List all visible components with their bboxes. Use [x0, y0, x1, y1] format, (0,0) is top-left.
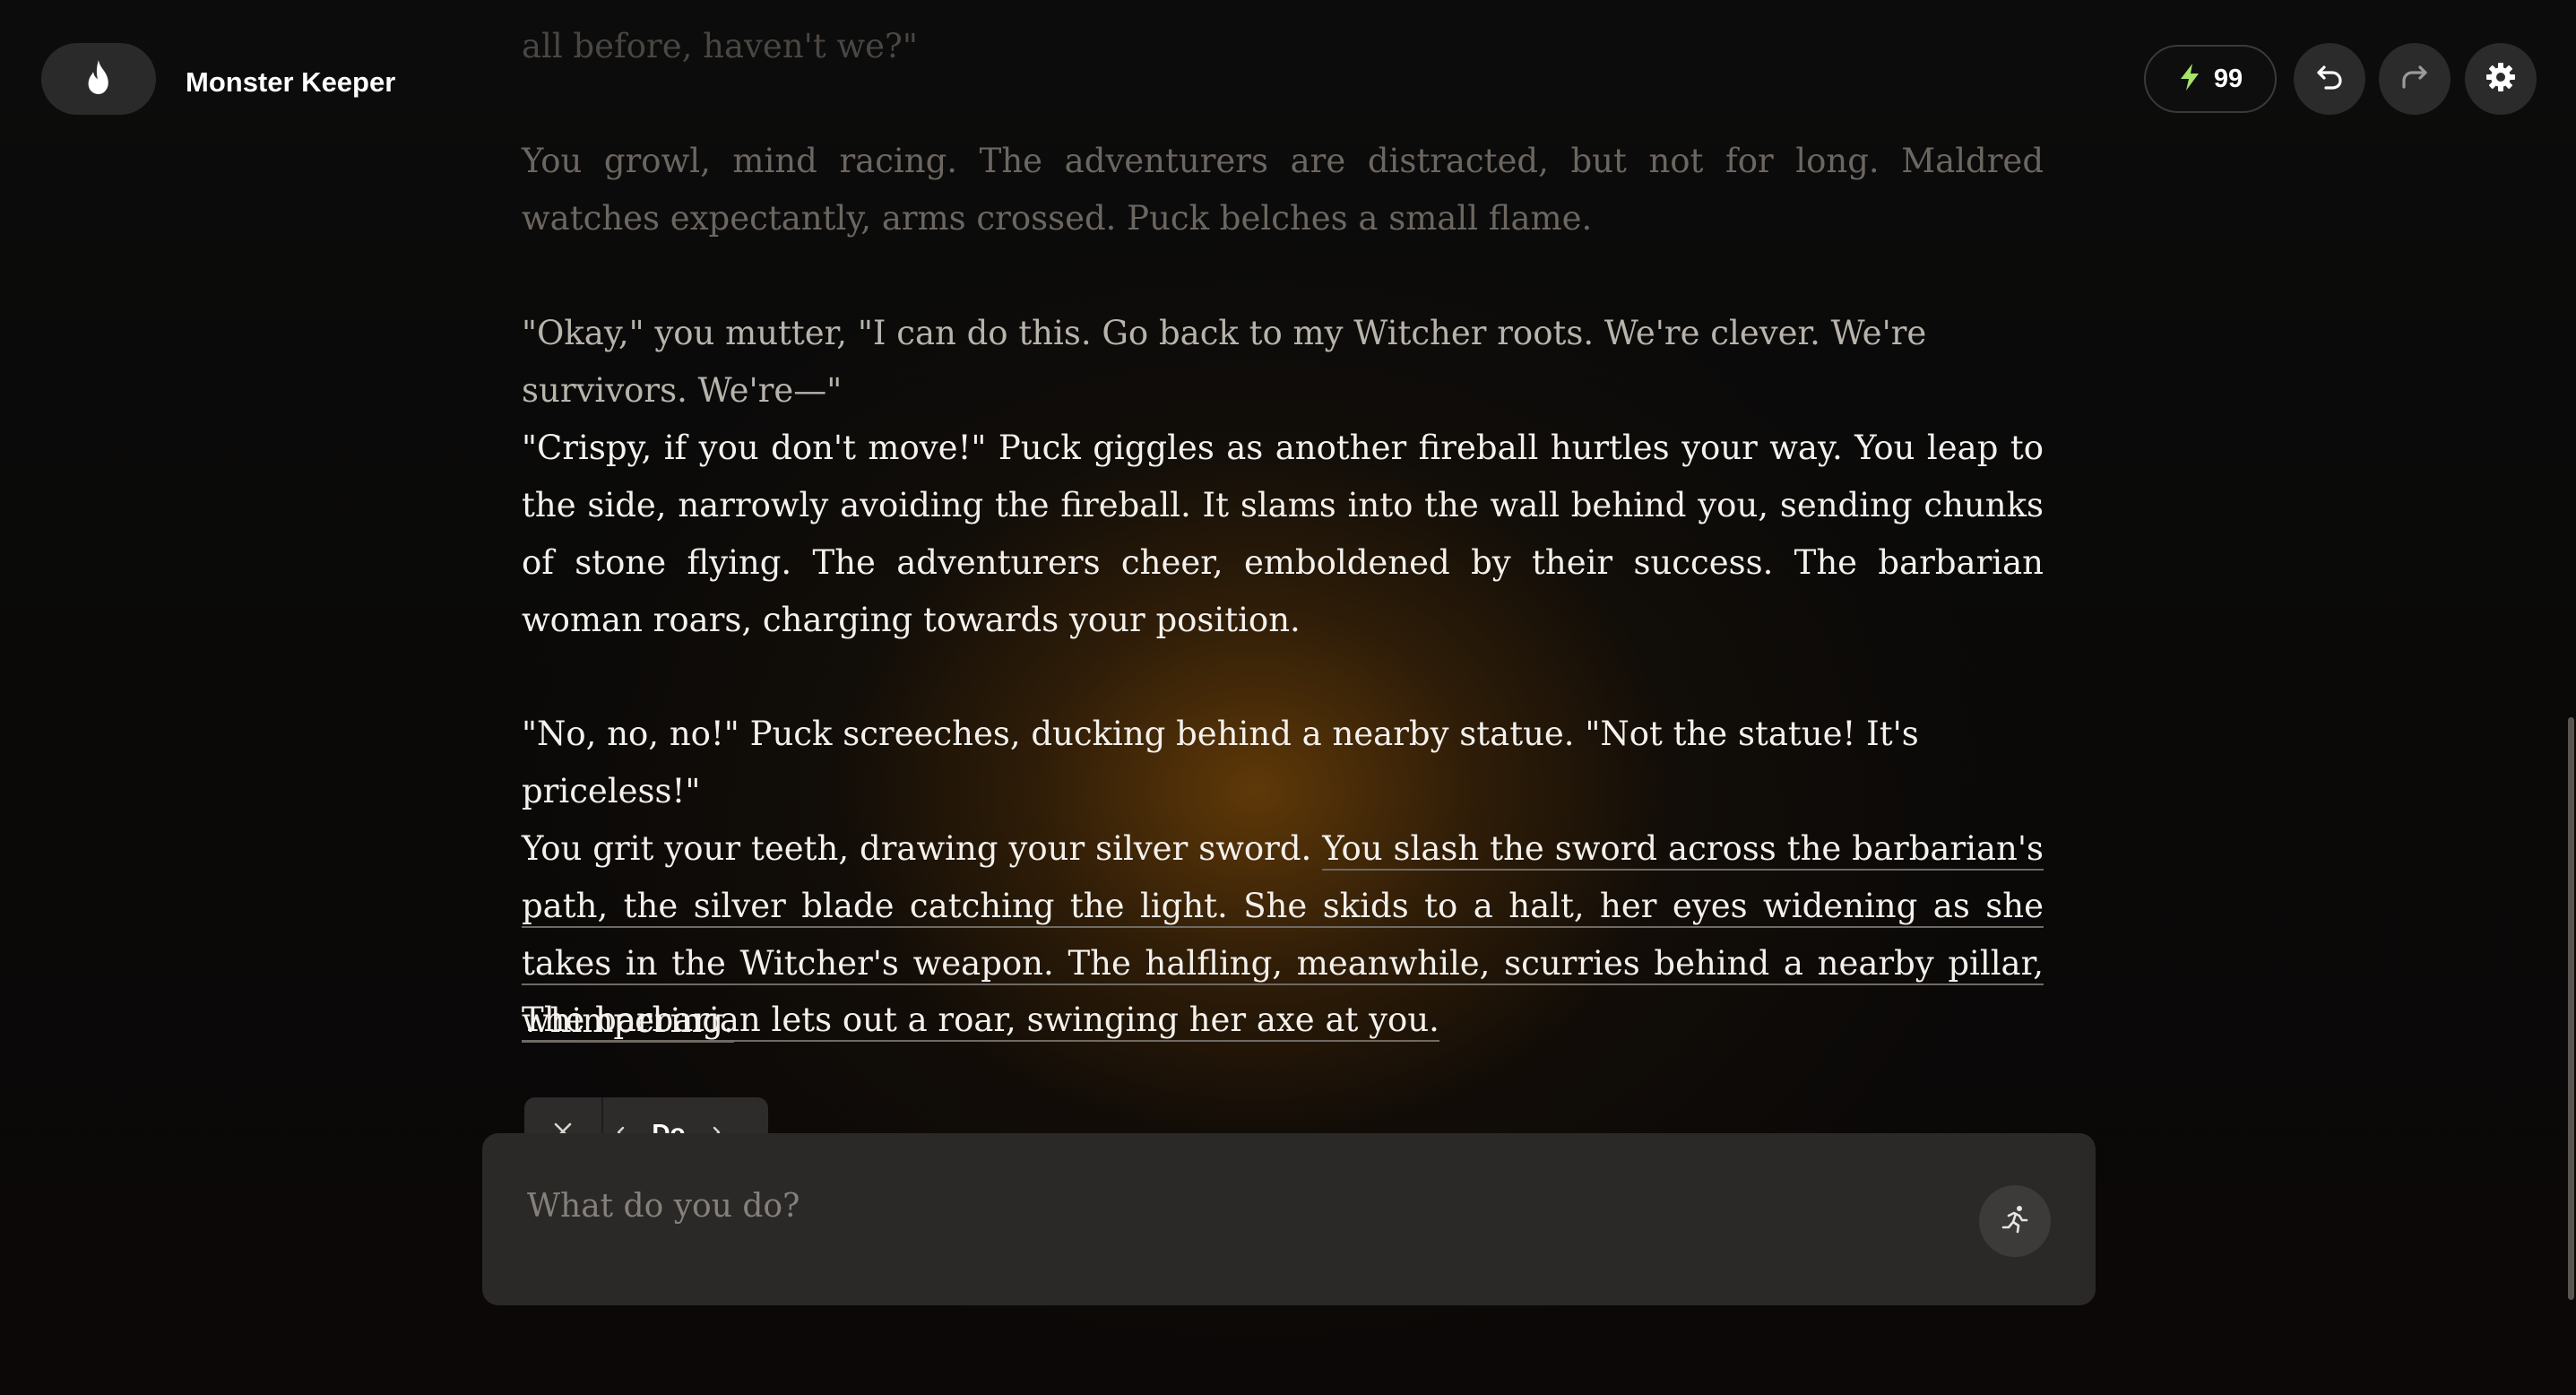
- settings-button[interactable]: [2465, 43, 2537, 115]
- running-figure-icon: [1999, 1203, 2031, 1239]
- home-button[interactable]: [41, 43, 156, 115]
- redo-button[interactable]: [2379, 43, 2451, 115]
- action-input[interactable]: [525, 1178, 1927, 1234]
- action-input-box: [482, 1133, 2096, 1305]
- energy-count: 99: [2213, 64, 2243, 93]
- redo-icon: [2399, 62, 2430, 96]
- submit-action-button[interactable]: [1979, 1185, 2051, 1257]
- story-line: "No, no, no!" Puck screeches, ducking be…: [522, 715, 1919, 810]
- story-paragraph: You growl, mind racing. The adventurers …: [522, 142, 2044, 238]
- story-paragraph: The barbarian lets out a roar, swinging …: [522, 992, 2044, 1049]
- lightning-bolt-icon: [2178, 63, 2201, 95]
- story-latest-text: The barbarian lets out a roar, swinging …: [522, 1001, 1439, 1042]
- flame-icon: [85, 59, 112, 99]
- energy-counter[interactable]: 99: [2144, 45, 2277, 113]
- story-paragraph: "Okay," you mutter, "I can do this. Go b…: [522, 314, 1927, 410]
- undo-button[interactable]: [2294, 43, 2365, 115]
- undo-icon: [2314, 62, 2345, 96]
- app-title: Monster Keeper: [186, 66, 396, 98]
- gear-icon: [2485, 61, 2517, 97]
- scrollbar-thumb[interactable]: [2568, 717, 2574, 1300]
- story-paragraph: "Crispy, if you don't move!" Puck giggle…: [522, 429, 2044, 639]
- scrollbar[interactable]: [2563, 0, 2576, 1395]
- story-faded-line: all before, haven't we?": [522, 27, 918, 65]
- story-text: You grit your teeth, drawing your silver…: [522, 829, 1312, 868]
